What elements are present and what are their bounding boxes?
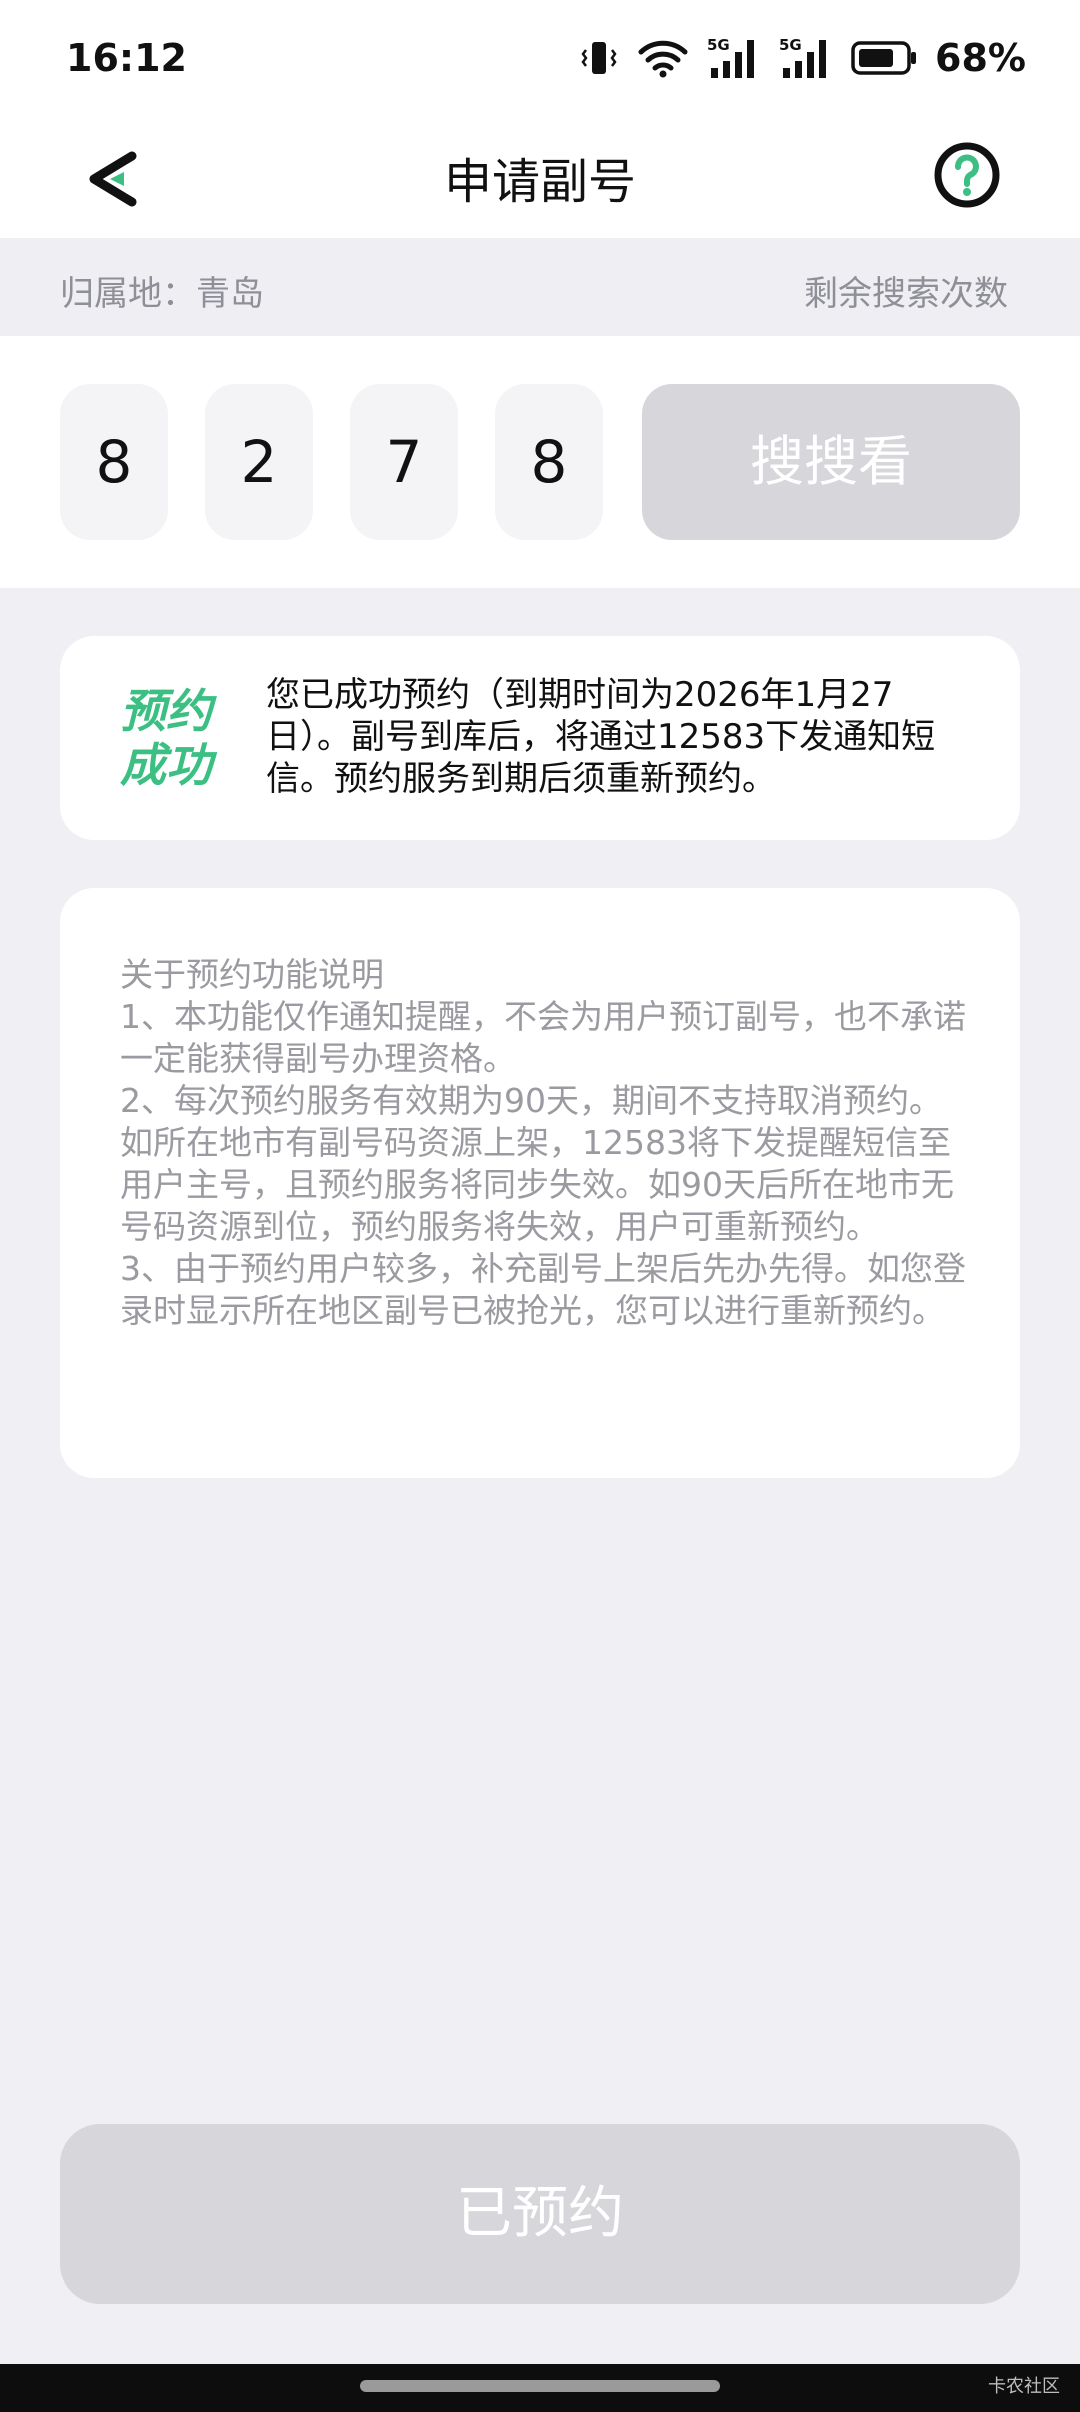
svg-text:5G: 5G bbox=[779, 36, 802, 54]
info-item: 3、由于预约用户较多，补充副号上架后先办先得。如您登录时显示所在地区副号已被抢光… bbox=[120, 1249, 966, 1330]
reservation-info-card: 关于预约功能说明 1、本功能仅作通知提醒，不会为用户预订副号，也不承诺一定能获得… bbox=[60, 888, 1020, 1478]
status-bar: 16:12 5G 5G 68% bbox=[0, 0, 1080, 120]
battery-icon bbox=[851, 41, 917, 75]
5g-signal-icon: 5G bbox=[707, 36, 755, 78]
info-item: 2、每次预约服务有效期为90天，期间不支持取消预约。如所在地市有副号码资源上架，… bbox=[120, 1081, 954, 1246]
number-search-panel: 8 2 7 8 搜搜看 bbox=[0, 336, 1080, 588]
page-title: 申请副号 bbox=[443, 154, 636, 210]
success-badge-line2: 成功 bbox=[120, 738, 212, 792]
vibrate-icon bbox=[581, 42, 617, 74]
success-message: 您已成功预约（到期时间为2026年1月27日）。副号到库后，将通过12583下发… bbox=[266, 675, 936, 799]
success-badge-line1: 预约 bbox=[120, 684, 212, 738]
battery-percentage: 68% bbox=[935, 36, 1026, 80]
digit-input-1[interactable]: 8 bbox=[60, 384, 168, 540]
nav-bar: 申请副号 bbox=[0, 120, 1080, 238]
info-item: 1、本功能仅作通知提醒，不会为用户预订副号，也不承诺一定能获得副号办理资格。 bbox=[120, 997, 966, 1078]
5g-signal-icon: 5G bbox=[779, 36, 827, 78]
help-icon bbox=[934, 142, 1000, 208]
gesture-bar: 卡农社区 bbox=[0, 2364, 1080, 2412]
location-bar: 归属地：青岛 剩余搜索次数 bbox=[0, 238, 1080, 336]
wifi-icon bbox=[638, 40, 688, 78]
svg-text:5G: 5G bbox=[707, 36, 730, 54]
watermark: 卡农社区 bbox=[988, 2376, 1060, 2397]
info-content: 关于预约功能说明 1、本功能仅作通知提醒，不会为用户预订副号，也不承诺一定能获得… bbox=[120, 954, 966, 1332]
status-time: 16:12 bbox=[66, 36, 187, 80]
digit-input-3[interactable]: 7 bbox=[350, 384, 458, 540]
gesture-handle[interactable] bbox=[360, 2380, 720, 2392]
search-button[interactable]: 搜搜看 bbox=[642, 384, 1020, 540]
digit-input-2[interactable]: 2 bbox=[205, 384, 313, 540]
digit-input-4[interactable]: 8 bbox=[495, 384, 603, 540]
status-icons: 5G 5G 68% bbox=[579, 34, 1026, 82]
location-label: 归属地：青岛 bbox=[60, 274, 264, 314]
remaining-search-count: 剩余搜索次数 bbox=[804, 274, 1008, 314]
reserved-button[interactable]: 已预约 bbox=[60, 2124, 1020, 2304]
info-title: 关于预约功能说明 bbox=[120, 955, 384, 994]
reservation-success-card: 预约 成功 您已成功预约（到期时间为2026年1月27日）。副号到库后，将通过1… bbox=[60, 636, 1020, 840]
help-button[interactable] bbox=[932, 140, 1002, 210]
success-badge: 预约 成功 bbox=[120, 684, 236, 792]
